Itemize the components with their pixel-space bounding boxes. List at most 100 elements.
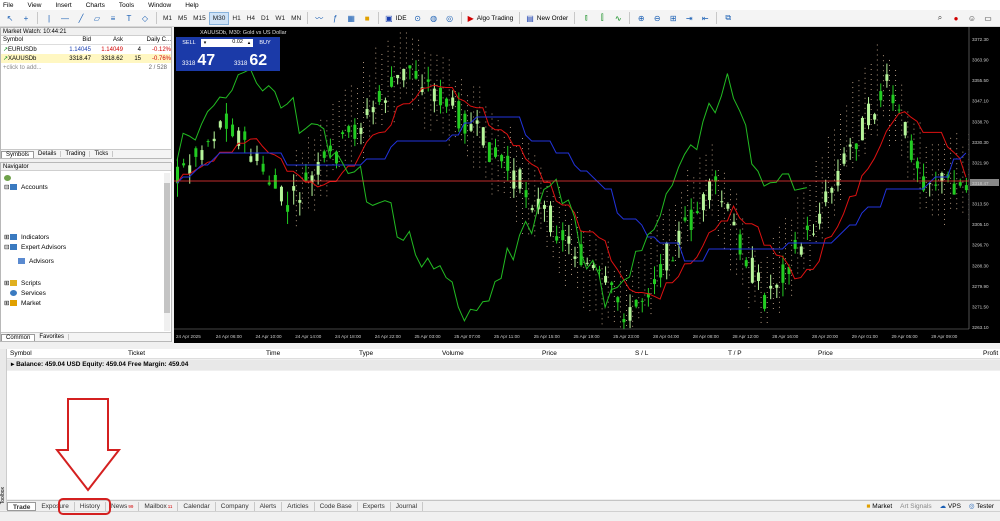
grid-icon[interactable]: ⊞ <box>667 12 679 24</box>
menu-help[interactable]: Help <box>185 2 198 9</box>
tab-articles[interactable]: Articles <box>282 501 315 511</box>
menu-view[interactable]: View <box>27 2 41 9</box>
zoom-out-icon[interactable]: ⊖ <box>651 12 663 24</box>
col-type[interactable]: Type <box>359 350 373 357</box>
scrollbar-thumb[interactable] <box>164 183 170 313</box>
line-chart-icon[interactable]: ∿ <box>612 12 624 24</box>
menu-window[interactable]: Window <box>148 2 171 9</box>
signals-link[interactable]: Art Signals <box>900 503 931 510</box>
tab-alerts[interactable]: Alerts <box>255 501 283 511</box>
timeframe-m5[interactable]: M5 <box>175 13 190 24</box>
tester-link[interactable]: ◎ Tester <box>969 502 994 510</box>
price-chart[interactable]: 3372.30 3363.90 3355.50 3347.10 3338.70 3330.… <box>174 27 1000 343</box>
market-link[interactable]: ■ Market <box>867 503 893 510</box>
text-icon[interactable]: T <box>123 12 135 24</box>
tab-common[interactable]: Common <box>1 333 36 341</box>
col-symbol[interactable]: Symbol <box>3 37 59 43</box>
lot-increase-icon[interactable]: ▴ <box>245 38 253 47</box>
timeframe-mn[interactable]: MN <box>288 13 304 24</box>
col-time[interactable]: Time <box>266 350 280 357</box>
new-order-button[interactable]: ▤ New Order <box>523 12 571 25</box>
market-watch-row[interactable]: ↗ EURUSDb 1.14045 1.14049 4 -0.12% <box>1 45 171 54</box>
tab-trade[interactable]: Trade <box>7 501 37 511</box>
tab-calendar[interactable]: Calendar <box>178 501 216 511</box>
globe-icon[interactable]: ◍ <box>428 12 440 24</box>
tab-symbols[interactable]: Symbols <box>1 150 35 158</box>
nav-market[interactable]: ⊞ Market <box>4 298 171 308</box>
col-ask[interactable]: Ask <box>91 37 123 43</box>
channel-icon[interactable]: ▱ <box>91 12 103 24</box>
tab-code-base[interactable]: Code Base <box>315 501 358 511</box>
col-volume[interactable]: Volume <box>442 350 464 357</box>
col-tp[interactable]: T / P <box>728 350 742 357</box>
menu-file[interactable]: File <box>3 2 13 9</box>
tab-company[interactable]: Company <box>216 501 255 511</box>
market-watch-row[interactable]: ↗ XAUUSDb 3318.47 3318.62 15 -0.76% <box>1 54 171 63</box>
tab-ticks[interactable]: Ticks <box>90 151 114 157</box>
tab-trading[interactable]: Trading <box>61 151 91 157</box>
notifications-icon[interactable]: ● <box>950 12 962 24</box>
profile-icon[interactable]: ■ <box>361 12 373 24</box>
algo-trading-button[interactable]: ▶ Algo Trading <box>465 12 517 25</box>
buy-button[interactable]: BUY <box>253 40 277 46</box>
bar-chart-icon[interactable]: ⫾ <box>580 12 592 24</box>
trend-line-icon[interactable]: ╱ <box>75 12 87 24</box>
tab-favorites[interactable]: Favorites <box>35 334 70 340</box>
auto-scroll-icon[interactable]: ⇥ <box>683 12 695 24</box>
timeframe-m15[interactable]: M15 <box>190 13 209 24</box>
tab-exposure[interactable]: Exposure <box>36 501 75 511</box>
vps-link[interactable]: ☁ VPS <box>940 502 961 510</box>
col-symbol[interactable]: Symbol <box>10 350 32 357</box>
nav-expert-advisors[interactable]: ⊟ Expert Advisors <box>4 242 171 252</box>
tab-news[interactable]: News99 <box>106 501 140 511</box>
tab-details[interactable]: Details <box>34 151 62 157</box>
vertical-line-icon[interactable]: | <box>43 12 55 24</box>
col-sl[interactable]: S / L <box>635 350 648 357</box>
cursor-icon[interactable]: ↖ <box>4 12 16 24</box>
tab-history[interactable]: History <box>75 501 107 511</box>
col-profit[interactable]: Profit <box>983 350 998 357</box>
navigator-scrollbar[interactable] <box>164 173 170 331</box>
ide-button[interactable]: ▣ IDE <box>382 12 409 25</box>
click-to-add[interactable]: + click to add... <box>3 65 123 71</box>
menu-tools[interactable]: Tools <box>119 2 134 9</box>
sell-price[interactable]: 3318 47 <box>176 52 228 70</box>
toolbox-side-handle[interactable]: Toolbox <box>0 349 7 510</box>
col-bid[interactable]: Bid <box>59 37 91 43</box>
nav-services[interactable]: Services <box>4 288 171 298</box>
fibonacci-icon[interactable]: ≡ <box>107 12 119 24</box>
zoom-in-icon[interactable]: ⊕ <box>635 12 647 24</box>
horizontal-line-icon[interactable]: — <box>59 12 71 24</box>
timeframe-h4[interactable]: H4 <box>244 13 258 24</box>
user-icon[interactable]: ☺ <box>966 12 978 24</box>
nav-advisors[interactable]: Advisors <box>4 252 171 270</box>
tab-mailbox[interactable]: Mailbox11 <box>139 501 179 511</box>
crosshair-icon[interactable]: + <box>20 12 32 24</box>
timeframe-m30[interactable]: M30 <box>208 11 230 25</box>
timeframe-h1[interactable]: H1 <box>229 13 243 24</box>
window-icon[interactable]: ▭ <box>982 12 994 24</box>
nav-indicators[interactable]: ⊞ Indicators <box>4 232 171 242</box>
nav-scripts[interactable]: ⊞ Scripts <box>4 278 171 288</box>
timeframe-m1[interactable]: M1 <box>160 13 175 24</box>
balance-row[interactable]: ▸ Balance: 459.04 USD Equity: 459.04 Fre… <box>7 360 1000 370</box>
strategy-tester-icon[interactable]: ⊙ <box>412 12 424 24</box>
platform-root[interactable] <box>4 173 171 182</box>
col-current-price[interactable]: Price <box>818 350 833 357</box>
shapes-icon[interactable]: ◇ <box>139 12 151 24</box>
screenshot-icon[interactable]: ⧉ <box>722 12 734 24</box>
timeframe-d1[interactable]: D1 <box>258 13 272 24</box>
chart-type-icon[interactable]: 〰 <box>313 12 325 24</box>
col-price[interactable]: Price <box>542 350 557 357</box>
chart-canvas[interactable]: 3372.303363.903355.503347.103338.703330.… <box>174 27 1000 343</box>
indicators-icon[interactable]: ƒ <box>329 12 341 24</box>
col-ticket[interactable]: Ticket <box>128 350 145 357</box>
timeframe-w1[interactable]: W1 <box>272 13 288 24</box>
nav-accounts[interactable]: ⊟ Accounts <box>4 182 171 192</box>
tab-experts[interactable]: Experts <box>358 501 391 511</box>
tab-journal[interactable]: Journal <box>391 501 424 511</box>
search-icon[interactable]: ⌕ <box>934 12 946 24</box>
candlestick-icon[interactable]: ⫿ <box>596 12 608 24</box>
menu-insert[interactable]: Insert <box>55 2 71 9</box>
menu-charts[interactable]: Charts <box>86 2 105 9</box>
